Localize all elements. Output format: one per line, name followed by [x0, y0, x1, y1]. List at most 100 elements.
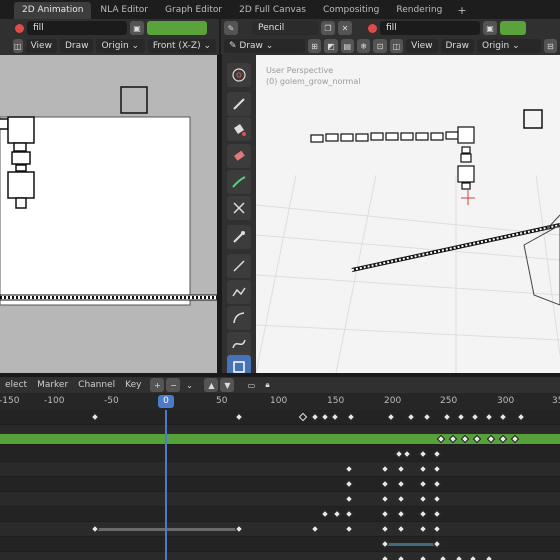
keyframe[interactable]: [516, 412, 526, 422]
keyframe[interactable]: [432, 479, 442, 489]
editor-type-icon[interactable]: ✎: [224, 21, 238, 35]
keyframe[interactable]: [432, 449, 442, 459]
add-workspace-button[interactable]: +: [451, 2, 472, 19]
keyframe[interactable]: [454, 554, 464, 560]
keyframe[interactable]: [418, 464, 428, 474]
fill-icon[interactable]: [227, 117, 251, 141]
keyframe[interactable]: [432, 539, 442, 549]
brush-settings-icon[interactable]: ▣: [483, 21, 497, 35]
brush-name-field[interactable]: Pencil: [252, 21, 318, 35]
keyframe[interactable]: [484, 412, 494, 422]
keyframe[interactable]: [406, 412, 416, 422]
multiframe-icon[interactable]: ❄: [356, 39, 371, 53]
keyframe[interactable]: [320, 509, 330, 519]
stroke-placement-icon[interactable]: ⊡: [373, 39, 387, 53]
channel-row[interactable]: [0, 552, 560, 560]
overlay-icon[interactable]: ▤: [340, 39, 354, 53]
keyframe[interactable]: [456, 412, 466, 422]
tab-graph-editor[interactable]: Graph Editor: [157, 2, 230, 19]
editor-type-view-icon[interactable]: ◫: [389, 39, 404, 53]
draw-icon[interactable]: [227, 92, 251, 116]
delete-brush-icon[interactable]: ✕: [338, 21, 352, 35]
keyframe[interactable]: [310, 524, 320, 534]
polyline-icon[interactable]: [227, 280, 251, 304]
layer-name-field[interactable]: fill: [380, 21, 480, 35]
keyframe[interactable]: [418, 509, 428, 519]
new-brush-icon[interactable]: ❐: [321, 21, 335, 35]
layer-name-field[interactable]: fill: [27, 21, 127, 35]
channel-row[interactable]: [0, 522, 560, 537]
keyframe[interactable]: [402, 449, 412, 459]
keyframe[interactable]: [344, 509, 354, 519]
keyframe[interactable]: [396, 464, 406, 474]
delete-keyframe-icon[interactable]: −: [166, 378, 181, 392]
line-icon[interactable]: [227, 254, 251, 278]
keyframe[interactable]: [498, 434, 508, 444]
channel-row[interactable]: [0, 462, 560, 477]
lock-icon[interactable]: 🔒︎: [260, 378, 274, 392]
keyframe[interactable]: [484, 554, 494, 560]
grid-icon[interactable]: ⊟: [543, 39, 557, 53]
keyframe[interactable]: [448, 434, 458, 444]
keyframe[interactable]: [418, 494, 428, 504]
brush-settings-icon[interactable]: ▣: [130, 21, 144, 35]
keyframe[interactable]: [380, 539, 390, 549]
keyframe[interactable]: [396, 494, 406, 504]
keyframe[interactable]: [396, 509, 406, 519]
draw-menu[interactable]: Draw: [59, 39, 94, 53]
channel-menu[interactable]: Channel: [73, 380, 120, 390]
timeline-body[interactable]: [0, 410, 560, 560]
marker-menu[interactable]: Marker: [32, 380, 73, 390]
keyframe[interactable]: [380, 494, 390, 504]
curve-icon[interactable]: [227, 332, 251, 356]
chevron-down-icon[interactable]: ⌄: [182, 378, 196, 392]
keyframe[interactable]: [418, 554, 428, 560]
keyframe[interactable]: [396, 524, 406, 534]
keyframe[interactable]: [380, 554, 390, 560]
keyframe[interactable]: [436, 434, 446, 444]
tab-compositing[interactable]: Compositing: [315, 2, 387, 19]
keyframe[interactable]: [432, 494, 442, 504]
erase-icon[interactable]: [227, 144, 251, 168]
keyframe[interactable]: [442, 412, 452, 422]
keyframe[interactable]: [344, 524, 354, 534]
tab-rendering[interactable]: Rendering: [388, 2, 450, 19]
cutter-icon[interactable]: [227, 196, 251, 220]
keyframe[interactable]: [380, 524, 390, 534]
keyframe[interactable]: [330, 412, 340, 422]
draw-menu[interactable]: Draw: [440, 39, 475, 53]
channel-row[interactable]: [0, 492, 560, 507]
layer-color-dot[interactable]: [368, 23, 377, 33]
keyframe[interactable]: [344, 464, 354, 474]
keyframe[interactable]: [432, 524, 442, 534]
keyframe[interactable]: [386, 412, 396, 422]
channel-row[interactable]: [0, 477, 560, 492]
keyframe[interactable]: [346, 412, 356, 422]
origin-dropdown[interactable]: Origin ⌄: [96, 39, 145, 53]
left-viewport[interactable]: [0, 55, 217, 373]
snap-icon[interactable]: ⊞: [307, 39, 322, 53]
keyframe[interactable]: [498, 412, 508, 422]
current-frame-indicator[interactable]: 0: [158, 395, 174, 408]
keyframe[interactable]: [380, 479, 390, 489]
view-axis-dropdown[interactable]: Front (X-Z) ⌄: [147, 39, 216, 53]
tint-icon[interactable]: [227, 170, 251, 194]
keyframe[interactable]: [344, 494, 354, 504]
channel-row[interactable]: [0, 537, 560, 552]
keyframe[interactable]: [472, 434, 482, 444]
cursor-icon[interactable]: [227, 63, 251, 87]
keyframe[interactable]: [468, 554, 478, 560]
keyframe[interactable]: [90, 412, 100, 422]
keyframe[interactable]: [320, 412, 330, 422]
key-menu[interactable]: Key: [120, 380, 146, 390]
summary-row[interactable]: [0, 410, 560, 425]
monitor-icon[interactable]: ▭: [244, 378, 258, 392]
view-menu[interactable]: View: [25, 39, 57, 53]
keyframe[interactable]: [418, 479, 428, 489]
keyframe[interactable]: [90, 524, 100, 534]
keyframe[interactable]: [418, 524, 428, 534]
keyframe[interactable]: [344, 479, 354, 489]
jump-up-icon[interactable]: ▲: [204, 378, 219, 392]
origin-dropdown[interactable]: Origin ⌄: [477, 39, 541, 53]
keyframe[interactable]: [234, 524, 244, 534]
